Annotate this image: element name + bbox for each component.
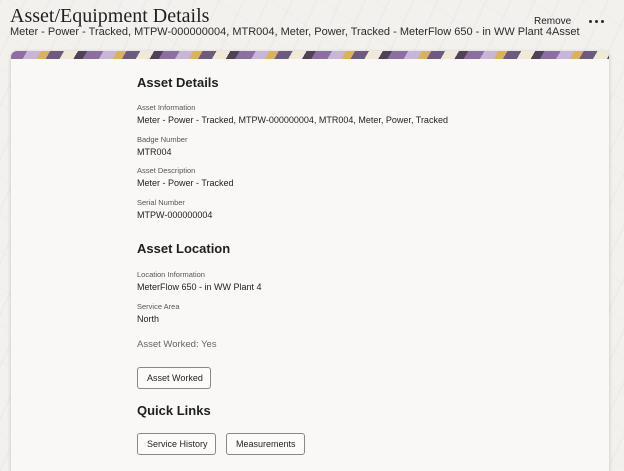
quick-links-heading: Quick Links (137, 403, 211, 418)
asset-description-label: Asset Description (137, 166, 196, 175)
location-information-label: Location Information (137, 270, 205, 279)
details-card: Asset Details Asset Information Meter - … (11, 51, 609, 471)
asset-worked-status: Asset Worked: Yes (137, 339, 217, 350)
badge-number-value: MTR004 (137, 147, 172, 157)
asset-details-heading: Asset Details (137, 75, 219, 90)
service-history-button[interactable]: Service History (137, 433, 216, 455)
page-subtitle: Meter - Power - Tracked, MTPW-000000004,… (10, 26, 580, 38)
service-area-label: Service Area (137, 302, 180, 311)
remove-button[interactable]: Remove (530, 14, 575, 29)
asset-description-value: Meter - Power - Tracked (137, 178, 234, 188)
card-banner (11, 51, 609, 59)
asset-information-label: Asset Information (137, 103, 196, 112)
measurements-button[interactable]: Measurements (226, 433, 305, 455)
ellipsis-horizontal-icon (588, 19, 604, 23)
asset-information-value: Meter - Power - Tracked, MTPW-000000004,… (137, 115, 448, 125)
page-title: Asset/Equipment Details (10, 5, 210, 27)
page-header: Asset/Equipment Details Meter - Power - … (0, 0, 624, 50)
asset-location-heading: Asset Location (137, 241, 231, 256)
location-information-value: MeterFlow 650 - in WW Plant 4 (137, 282, 262, 292)
badge-number-label: Badge Number (137, 135, 188, 144)
asset-worked-button[interactable]: Asset Worked (137, 367, 211, 389)
serial-number-value: MTPW-000000004 (137, 210, 213, 220)
service-area-value: North (137, 314, 160, 324)
serial-number-label: Serial Number (137, 198, 185, 207)
more-actions-button[interactable] (583, 11, 609, 31)
